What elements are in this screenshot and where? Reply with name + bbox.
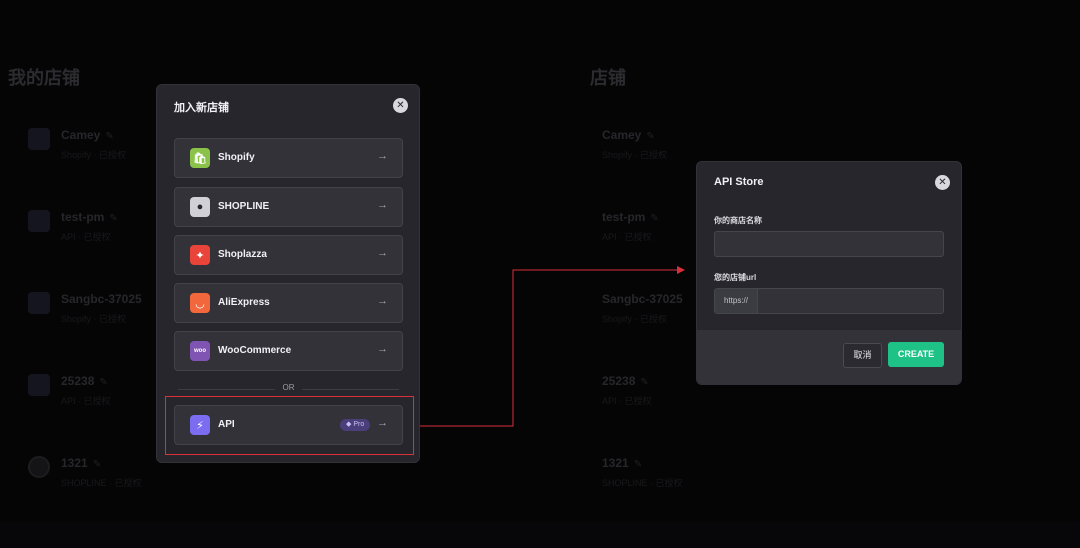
edit-icon[interactable]: ✎ [93, 459, 101, 470]
store-avatar [28, 374, 50, 396]
store-sub: Shopify · 已授权 [602, 150, 668, 160]
modal-title: 加入新店铺 [174, 102, 229, 114]
pro-badge: ◆ Pro [340, 419, 371, 431]
store-sub: Shopify · 已授权 [602, 314, 668, 324]
page-title: 我的店铺 [8, 68, 80, 88]
api-store-modal: API Store ✕ 你的商店名称 您的店铺url https:// 取消 C… [696, 161, 962, 385]
platform-shopline[interactable]: ● SHOPLINE → [174, 187, 403, 227]
platform-label: API [218, 419, 235, 430]
edit-icon[interactable]: ✎ [650, 213, 658, 224]
edit-icon[interactable]: ✎ [105, 131, 113, 142]
platform-api[interactable]: ⚡ API ◆ Pro → [174, 405, 403, 445]
store-name-label: 你的商店名称 [714, 216, 762, 225]
store-name: 1321 [61, 456, 88, 470]
store-name-input[interactable] [714, 231, 944, 257]
platform-label: Shoplazza [218, 249, 267, 260]
edit-icon[interactable]: ✎ [640, 377, 648, 388]
store-avatar [28, 210, 50, 232]
store-sub: SHOPLINE · 已授权 [61, 478, 142, 488]
store-name: Camey [602, 128, 642, 142]
add-store-modal: 加入新店铺 ✕ 🛍 Shopify → ● SHOPLINE → ✦ Shopl… [156, 84, 420, 463]
platform-label: AliExpress [218, 297, 270, 308]
close-icon[interactable]: ✕ [393, 98, 408, 113]
arrow-right-icon: → [377, 343, 388, 355]
shopify-icon: 🛍 [190, 148, 210, 168]
store-url-group: https:// [714, 288, 944, 314]
or-divider: OR [178, 383, 399, 397]
modal-footer: 取消 CREATE [697, 330, 961, 384]
arrow-right-icon: → [377, 199, 388, 211]
arrow-right-icon: → [377, 247, 388, 259]
store-name: Sangbc-37025 [602, 292, 683, 306]
cancel-button[interactable]: 取消 [843, 343, 882, 368]
aliexpress-icon: ◡ [190, 293, 210, 313]
shoplazza-icon: ✦ [190, 245, 210, 265]
store-name: 25238 [602, 374, 636, 388]
bottom-strip [0, 522, 1080, 548]
platform-label: Shopify [218, 152, 255, 163]
store-url-input[interactable] [758, 289, 943, 313]
edit-icon[interactable]: ✎ [634, 459, 642, 470]
store-sub: Shopify · 已授权 [61, 314, 127, 324]
platform-aliexpress[interactable]: ◡ AliExpress → [174, 283, 403, 323]
store-name: Sangbc-37025 [61, 292, 142, 306]
store-sub: API · 已授权 [602, 232, 652, 242]
store-avatar [28, 292, 50, 314]
modal-title: API Store [714, 176, 764, 188]
store-sub: SHOPLINE · 已授权 [602, 478, 683, 488]
store-avatar [28, 128, 50, 150]
store-name: 25238 [61, 374, 95, 388]
arrow-right-icon: → [377, 417, 388, 429]
arrow-right-icon: → [377, 150, 388, 162]
edit-icon[interactable]: ✎ [109, 213, 117, 224]
shopline-icon: ● [190, 197, 210, 217]
store-url-label: 您的店铺url [714, 273, 757, 282]
or-text: OR [282, 383, 295, 392]
platform-shoplazza[interactable]: ✦ Shoplazza → [174, 235, 403, 275]
platform-label: WooCommerce [218, 345, 292, 356]
diamond-icon: ◆ [346, 421, 352, 428]
close-icon[interactable]: ✕ [935, 175, 950, 190]
store-name: test-pm [61, 210, 105, 224]
platform-label: SHOPLINE [218, 201, 270, 212]
store-name: Camey [61, 128, 101, 142]
store-avatar [28, 456, 50, 478]
platform-shopify[interactable]: 🛍 Shopify → [174, 138, 403, 178]
store-sub: API · 已授权 [602, 396, 652, 406]
page-title-right: 店铺 [590, 68, 626, 88]
arrow-right-icon: → [377, 295, 388, 307]
store-sub: API · 已授权 [61, 232, 111, 242]
store-name: test-pm [602, 210, 646, 224]
store-sub: Shopify · 已授权 [61, 150, 127, 160]
store-sub: API · 已授权 [61, 396, 111, 406]
store-name: 1321 [602, 456, 629, 470]
edit-icon[interactable]: ✎ [99, 377, 107, 388]
edit-icon[interactable]: ✎ [646, 131, 654, 142]
woocommerce-icon: woo [190, 341, 210, 361]
platform-woocommerce[interactable]: woo WooCommerce → [174, 331, 403, 371]
api-icon: ⚡ [190, 415, 210, 435]
url-prefix: https:// [715, 289, 758, 313]
create-button[interactable]: CREATE [888, 342, 944, 367]
